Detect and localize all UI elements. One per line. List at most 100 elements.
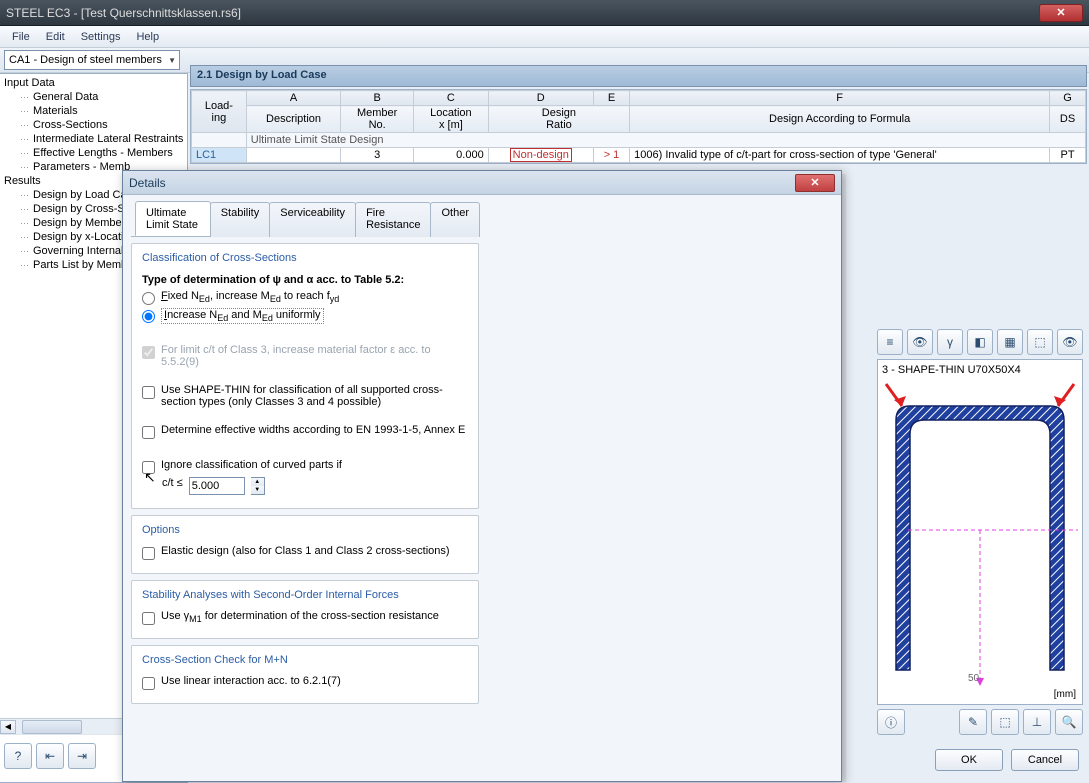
ct-ratio-row: c/t ≤ ▲▼ [162, 477, 468, 495]
excel-icon[interactable]: ▦ [997, 329, 1023, 355]
cs-button-row: ⓘ ✎ ⬚ ⊥ 🔍 [877, 709, 1083, 735]
heading-type-determination: Type of determination of ψ and α acc. to… [142, 274, 468, 286]
view-icon[interactable]: 👁 [1057, 329, 1083, 355]
radio-fixed-ned-input[interactable] [142, 292, 155, 305]
select-icon[interactable]: ⬚ [1027, 329, 1053, 355]
chk-elastic-design[interactable]: Elastic design (also for Class 1 and Cla… [142, 545, 468, 560]
results-grid[interactable]: Load- ing A B C D E F G Description Memb… [190, 89, 1087, 164]
radio-increase-uniform[interactable]: Increase NEd and MEd uniformly [142, 308, 468, 324]
chk-linear-interaction[interactable]: Use linear interaction acc. to 6.2.1(7) [142, 675, 468, 690]
nav-general-data[interactable]: General Data [4, 90, 183, 104]
hdr-location: Location x [m] [414, 106, 489, 133]
cell-lc[interactable]: LC1 [192, 148, 247, 163]
window-title: STEEL EC3 - [Test Querschnittsklassen.rs… [6, 6, 1039, 20]
col-E[interactable]: E [593, 91, 629, 106]
scroll-thumb[interactable] [22, 720, 82, 734]
chk-eff-widths[interactable]: Determine effective widths according to … [142, 424, 468, 439]
panel-classification: Classification of Cross-Sections Type of… [131, 243, 479, 509]
col-G[interactable]: G [1050, 91, 1086, 106]
details-title-bar[interactable]: Details ✕ [123, 171, 841, 195]
details-dialog: Details ✕ Ultimate Limit State Stability… [122, 170, 842, 782]
chk-linear-interaction-label: Use linear interaction acc. to 6.2.1(7) [161, 675, 341, 687]
details-tabs: Ultimate Limit State Stability Serviceab… [131, 201, 479, 237]
tab-other[interactable]: Other [430, 202, 480, 237]
cancel-button[interactable]: Cancel [1011, 749, 1079, 771]
cell-gt: > 1 [593, 148, 629, 163]
col-loading: Load- ing [192, 91, 247, 133]
nav-eff-lengths[interactable]: Effective Lengths - Members [4, 146, 183, 160]
col-A[interactable]: A [246, 91, 340, 106]
legend-classification: Classification of Cross-Sections [138, 252, 301, 264]
menu-file[interactable]: File [4, 29, 38, 45]
menu-settings[interactable]: Settings [73, 29, 129, 45]
radio-fixed-ned-label: Fixed NEd, increase MEd to reach fyd [161, 290, 339, 304]
chk-ignore-curved-label: Ignore classification of curved parts if [161, 459, 342, 471]
axis-icon[interactable]: ⊥ [1023, 709, 1051, 735]
chk-shape-thin[interactable]: Use SHAPE-THIN for classification of all… [142, 384, 468, 408]
cs-unit: [mm] [1054, 689, 1076, 700]
col-B[interactable]: B [341, 91, 414, 106]
col-F[interactable]: F [630, 91, 1050, 106]
dialog-buttons: OK Cancel [935, 749, 1079, 771]
chk-shape-thin-input[interactable] [142, 386, 155, 399]
details-close-button[interactable]: ✕ [795, 174, 835, 192]
clip-icon[interactable]: ✎ [959, 709, 987, 735]
tab-uls[interactable]: Ultimate Limit State [135, 201, 211, 236]
window-close-button[interactable]: ✕ [1039, 4, 1083, 22]
legend-options: Options [138, 524, 184, 536]
chk-linear-interaction-input[interactable] [142, 677, 155, 690]
top-tool-row: ≡ 👁 γ ◧ ▦ ⬚ 👁 [877, 329, 1083, 355]
tab-serviceability[interactable]: Serviceability [269, 202, 356, 237]
chk-gamma-m1[interactable]: Use γM1 for determination of the cross-s… [142, 610, 468, 625]
window-title-bar: STEEL EC3 - [Test Querschnittsklassen.rs… [0, 0, 1089, 26]
chk-elastic-design-label: Elastic design (also for Class 1 and Cla… [161, 545, 450, 557]
cell-member: 3 [341, 148, 414, 163]
hdr-member-no: Member No. [341, 106, 414, 133]
tab-stability[interactable]: Stability [210, 202, 271, 237]
eye-icon[interactable]: 👁 [907, 329, 933, 355]
help-icon[interactable]: ? [4, 743, 32, 769]
details-content: Ultimate Limit State Stability Serviceab… [131, 201, 479, 773]
menu-help[interactable]: Help [128, 29, 167, 45]
section-row: Ultimate Limit State Design [246, 133, 1085, 148]
prev-icon[interactable]: ⇤ [36, 743, 64, 769]
col-C[interactable]: C [414, 91, 489, 106]
nav-cross-sections[interactable]: Cross-Sections [4, 118, 183, 132]
tab-fire[interactable]: Fire Resistance [355, 202, 431, 237]
chk-ignore-curved[interactable]: Ignore classification of curved parts if… [142, 459, 468, 474]
radio-increase-uniform-input[interactable] [142, 310, 155, 323]
stress-icon[interactable]: ⬚ [991, 709, 1019, 735]
col-D[interactable]: D [488, 91, 593, 106]
ct-value-input[interactable] [189, 477, 245, 495]
nav-ilr[interactable]: Intermediate Lateral Restraints [4, 132, 183, 146]
chk-eff-widths-input[interactable] [142, 426, 155, 439]
chk-limit-ct-class3: For limit c/t of Class 3, increase mater… [142, 344, 468, 368]
table-row[interactable]: LC1 3 0.000 Non-design > 1 1006) Invalid… [192, 148, 1086, 163]
hdr-formula: Design According to Formula [630, 106, 1050, 133]
case-combobox[interactable]: CA1 - Design of steel members [4, 50, 180, 70]
nav-materials[interactable]: Materials [4, 104, 183, 118]
cursor-icon: ↖ [144, 469, 156, 486]
info-icon[interactable]: ⓘ [877, 709, 905, 735]
panel-options: Options Elastic design (also for Class 1… [131, 515, 479, 574]
cell-ratio: Non-design [510, 148, 572, 162]
hdr-description: Description [246, 106, 340, 133]
next-icon[interactable]: ⇥ [68, 743, 96, 769]
chk-shape-thin-label: Use SHAPE-THIN for classification of all… [161, 384, 468, 408]
legend-stability: Stability Analyses with Second-Order Int… [138, 589, 403, 601]
panel-stability: Stability Analyses with Second-Order Int… [131, 580, 479, 639]
chk-gamma-m1-input[interactable] [142, 612, 155, 625]
scroll-left-icon[interactable]: ◀ [0, 720, 16, 734]
filter-icon[interactable]: ≡ [877, 329, 903, 355]
ct-spinner[interactable]: ▲▼ [251, 477, 265, 495]
ok-button[interactable]: OK [935, 749, 1003, 771]
chart-icon[interactable]: γ [937, 329, 963, 355]
menu-edit[interactable]: Edit [38, 29, 73, 45]
zoom-icon[interactable]: 🔍 [1055, 709, 1083, 735]
radio-fixed-ned[interactable]: Fixed NEd, increase MEd to reach fyd [142, 290, 468, 305]
palette-icon[interactable]: ◧ [967, 329, 993, 355]
nav-input-data[interactable]: Input Data [4, 76, 183, 90]
cross-section-view: 3 - SHAPE-THIN U70X50X4 [877, 359, 1083, 705]
chk-elastic-design-input[interactable] [142, 547, 155, 560]
cell-x: 0.000 [414, 148, 489, 163]
